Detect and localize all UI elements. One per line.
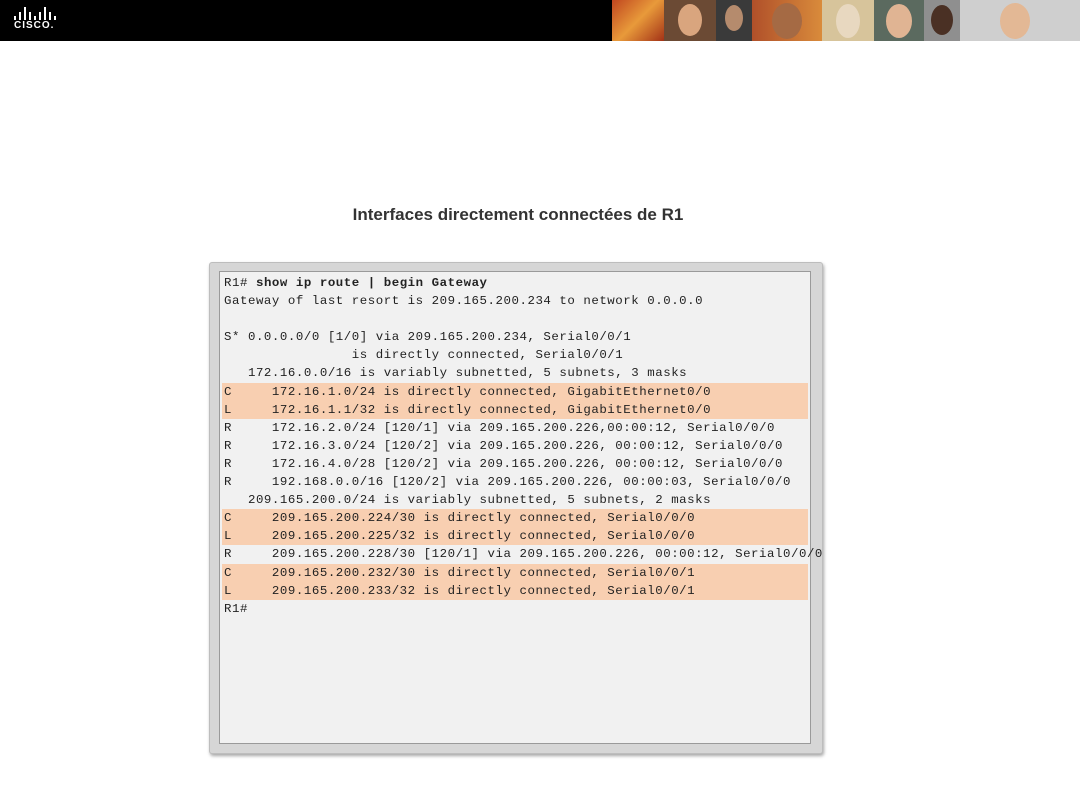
highlighted-route-line: L 209.165.200.233/32 is directly connect… (222, 581, 808, 600)
cisco-logo: CISCO. (14, 6, 64, 36)
portrait-image (822, 0, 874, 41)
terminal-line: Gateway of last resort is 209.165.200.23… (224, 294, 704, 309)
highlighted-route-line: C 209.165.200.232/30 is directly connect… (222, 563, 808, 582)
terminal-prompt: R1# (224, 276, 256, 290)
highlighted-route-line: C 209.165.200.224/30 is directly connect… (222, 509, 808, 528)
terminal-line: 209.165.200.0/24 is variably subnetted, … (224, 493, 712, 508)
terminal-window: R1# show ip route | begin Gateway Gatewa… (209, 262, 823, 754)
portrait-image (960, 0, 1080, 41)
terminal-line: R 172.16.4.0/28 [120/2] via 209.165.200.… (224, 456, 783, 471)
terminal-output: R1# show ip route | begin Gateway Gatewa… (222, 274, 823, 618)
terminal-command: show ip route | begin Gateway (255, 276, 488, 290)
photo-strip (612, 0, 1080, 41)
header-bar: CISCO. (0, 0, 1080, 41)
terminal-line: R 209.165.200.228/30 [120/1] via 209.165… (224, 547, 823, 562)
terminal-screen: R1# show ip route | begin Gateway Gatewa… (219, 271, 823, 744)
terminal-line: R 192.168.0.0/16 [120/2] via 209.165.200… (224, 475, 791, 490)
portrait-image (752, 0, 822, 41)
cisco-logo-text: CISCO. (14, 20, 55, 31)
highlighted-route-line: C 172.16.1.0/24 is directly connected, G… (222, 382, 808, 401)
terminal-line: is directly connected, Serial0/0/1 (224, 348, 624, 363)
cisco-bars-icon (14, 6, 64, 20)
highlighted-route-line: L 172.16.1.1/32 is directly connected, G… (222, 400, 808, 419)
highlighted-route-line: L 209.165.200.225/32 is directly connect… (222, 527, 808, 546)
portrait-image (716, 0, 752, 41)
terminal-line: R 172.16.2.0/24 [120/1] via 209.165.200.… (224, 420, 776, 435)
terminal-line: 172.16.0.0/16 is variably subnetted, 5 s… (224, 366, 688, 381)
portrait-image (874, 0, 924, 41)
portrait-image (924, 0, 960, 41)
terminal-line: R1# (224, 601, 248, 616)
portrait-image (664, 0, 716, 41)
slide-title: Interfaces directement connectées de R1 (352, 205, 684, 224)
terminal-line: R 172.16.3.0/24 [120/2] via 209.165.200.… (224, 438, 783, 453)
terminal-line: S* 0.0.0.0/0 [1/0] via 209.165.200.234, … (224, 330, 632, 345)
terminal-command-line: R1# show ip route | begin Gateway (222, 274, 808, 292)
portrait-image (612, 0, 664, 41)
